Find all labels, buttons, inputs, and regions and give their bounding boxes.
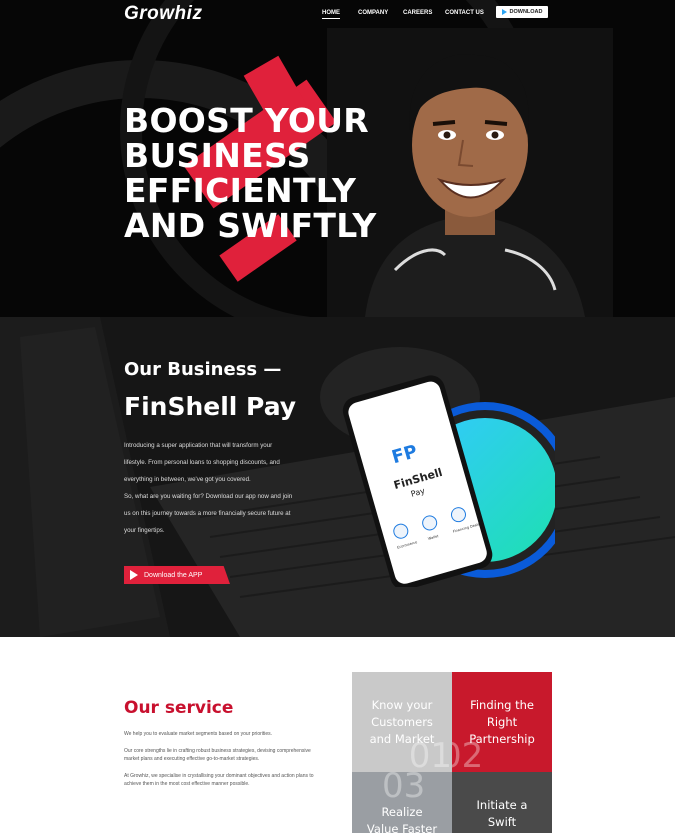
hero-headline-line: BUSINESS [124, 136, 311, 175]
nav-contact-us[interactable]: CONTACT US [445, 10, 484, 16]
download-app-button[interactable]: Download the APP [124, 566, 230, 584]
service-section: Our service We help you to evaluate mark… [0, 637, 675, 833]
phone-mockup-image: FP FinShell Pay Ecommerce Wallet Financi… [342, 375, 555, 587]
nav-home[interactable]: HOME [322, 10, 340, 19]
tile-label: Initiate a Swift Business [476, 798, 528, 833]
service-paragraph: Our core strengths lie in crafting robus… [124, 748, 311, 762]
hero-headline-line: BOOST YOUR [124, 101, 370, 140]
laptop-background-image [0, 317, 675, 637]
play-icon [130, 570, 138, 580]
hero-headline: BOOST YOUR BUSINESS EFFICIENTLY AND SWIF… [124, 103, 377, 243]
hero-headline-line: AND SWIFTLY [124, 206, 377, 245]
tile-label: Finding the Right Partnership [469, 698, 535, 746]
play-store-icon [501, 9, 507, 15]
download-app-label: Download the APP [144, 571, 203, 579]
service-tile-swift[interactable]: Initiate a Swift Business [452, 772, 552, 833]
intro-line: your fingertips. [124, 527, 165, 534]
intro-line: everything in between, we've got you cov… [124, 476, 251, 483]
service-paragraph: At Growhiz, we specialise in crystallisi… [124, 773, 314, 787]
intro-line: Introducing a super application that wil… [124, 442, 273, 449]
growhiz-logo[interactable]: Growhiz [124, 3, 202, 25]
service-title: Our service [124, 698, 234, 718]
service-tile-value[interactable]: 03 Realize Value Faster [352, 772, 452, 833]
download-label: DOWNLOAD [509, 9, 543, 15]
intro-line: So, what are you waiting for? Download o… [124, 493, 293, 500]
hero-headline-line: EFFICIENTLY [124, 171, 357, 210]
tile-label: Know your Customers and Market [369, 698, 435, 746]
app-section: Our Business — FinShell Pay Introducing … [0, 317, 675, 637]
nav-careers[interactable]: CAREERS [403, 10, 432, 16]
intro-line: lifestyle. From personal loans to shoppi… [124, 459, 280, 466]
service-tile-partnership[interactable]: 02 Finding the Right Partnership [452, 672, 552, 772]
intro-line: us on this journey towards a more financ… [124, 510, 291, 517]
hero-person-image [365, 54, 585, 317]
service-paragraph: We help you to evaluate market segments … [124, 731, 273, 737]
service-tile-customers[interactable]: 01 Know your Customers and Market [352, 672, 452, 772]
nav-company[interactable]: COMPANY [358, 10, 388, 16]
hero-section: Growhiz HOME COMPANY CAREERS CONTACT US … [0, 0, 675, 317]
tile-number: 03 [382, 772, 426, 806]
tile-label: Realize Value Faster [366, 805, 438, 833]
app-title: FinShell Pay [124, 392, 297, 421]
section-kicker: Our Business — [124, 359, 282, 380]
download-button[interactable]: DOWNLOAD [496, 6, 548, 18]
